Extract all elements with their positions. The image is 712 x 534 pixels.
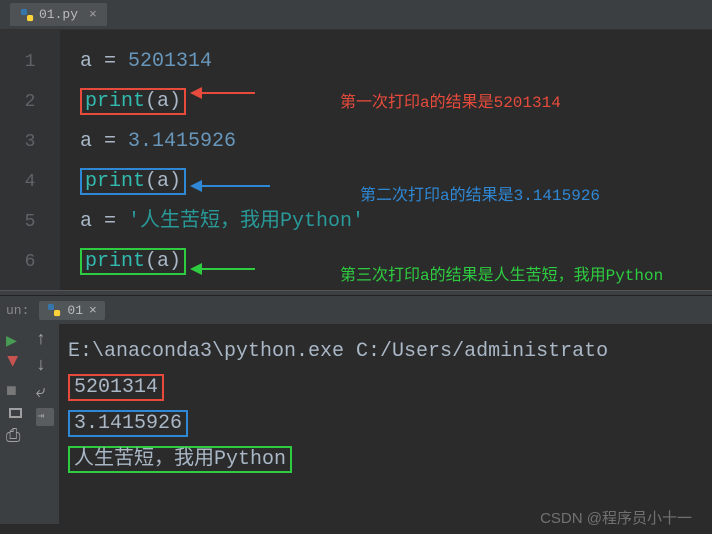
output-box-blue: 3.1415926 — [68, 410, 188, 437]
console-line: 人生苦短，我用Python — [68, 442, 704, 478]
annotation-3: 第三次打印a的结果是人生苦短，我用Python — [340, 265, 670, 287]
line-number: 3 — [0, 122, 60, 162]
stop-icon[interactable]: ■ — [6, 382, 24, 400]
down-arrow-icon[interactable]: ↓ — [36, 356, 54, 374]
output-box-red: 5201314 — [68, 374, 164, 401]
python-icon — [47, 303, 61, 317]
highlight-box-red: print(a) — [80, 88, 186, 115]
highlight-box-green: print(a) — [80, 248, 186, 275]
output-box-green: 人生苦短，我用Python — [68, 446, 292, 473]
console-line: 5201314 — [68, 370, 704, 406]
line-number: 2 — [0, 82, 60, 122]
close-icon[interactable]: × — [89, 7, 97, 22]
watermark: CSDN @程序员小十一 — [540, 507, 692, 528]
line-number: 6 — [0, 242, 60, 282]
editor-tab-bar: 01.py × — [0, 0, 712, 30]
console-panel: ▶ ▶ ■ ⎙ ↑ ↓ ⤶ ⇥ E:\anaconda3\python.exe … — [0, 324, 712, 524]
up-arrow-icon[interactable]: ↑ — [36, 330, 54, 348]
annotation-2: 第二次打印a的结果是3.1415926 — [360, 176, 690, 216]
scroll-end-icon[interactable]: ⇥ — [36, 408, 54, 426]
run-toolbar-left: ▶ ▶ ■ ⎙ — [0, 324, 30, 524]
console-line: 3.1415926 — [68, 406, 704, 442]
line-gutter: 1 2 3 4 5 6 — [0, 30, 60, 290]
code-editor: 1 2 3 4 5 6 a = 5201314 print(a) a = 3.1… — [0, 30, 712, 290]
run-config-name: 01 — [67, 303, 83, 318]
line-number: 5 — [0, 202, 60, 242]
line-number: 4 — [0, 162, 60, 202]
console-output[interactable]: E:\anaconda3\python.exe C:/Users/adminis… — [60, 324, 712, 524]
console-command: E:\anaconda3\python.exe C:/Users/adminis… — [68, 334, 704, 370]
close-icon[interactable]: × — [89, 303, 97, 318]
run-config-tab[interactable]: 01 × — [39, 301, 104, 320]
file-tab-label: 01.py — [39, 7, 78, 22]
line-number: 1 — [0, 42, 60, 82]
run-toolbar-aux: ↑ ↓ ⤶ ⇥ — [30, 324, 60, 524]
highlight-box-blue: print(a) — [80, 168, 186, 195]
code-line: a = 3.1415926 — [80, 122, 712, 162]
run-panel-label: un: — [6, 303, 29, 318]
wrap-icon[interactable]: ⤶ — [36, 382, 54, 400]
annotation-1: 第一次打印a的结果是5201314 — [340, 83, 670, 123]
layout-icon[interactable] — [9, 408, 22, 418]
print-icon[interactable]: ⎙ — [6, 426, 24, 444]
debug-icon[interactable]: ▶ — [6, 356, 24, 374]
code-area[interactable]: a = 5201314 print(a) a = 3.1415926 print… — [60, 30, 712, 290]
code-line: a = 5201314 — [80, 42, 712, 82]
run-icon[interactable]: ▶ — [6, 330, 24, 348]
run-panel-header: un: 01 × — [0, 296, 712, 324]
file-tab[interactable]: 01.py × — [10, 3, 107, 26]
python-icon — [20, 8, 34, 22]
